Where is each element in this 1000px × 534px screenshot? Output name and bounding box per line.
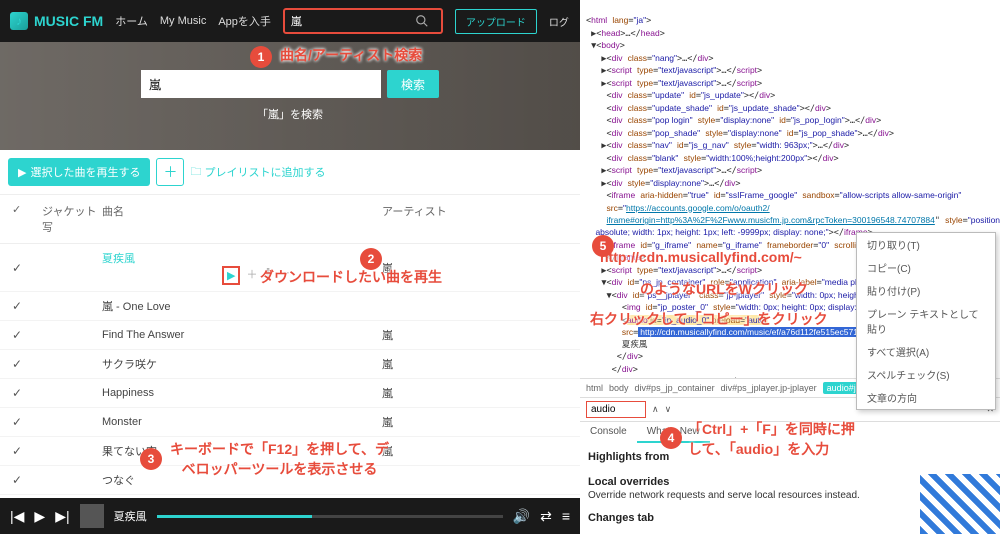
annotation-3: キーボードで「F12」を押して、デベロッパーツールを表示させる	[170, 440, 389, 479]
folder-icon: 🗀	[190, 163, 201, 182]
song-name[interactable]: Happiness	[102, 387, 154, 399]
check-icon[interactable]: ✓	[12, 386, 42, 400]
tab-console[interactable]: Console	[580, 422, 637, 443]
song-name[interactable]: Find The Answer	[102, 329, 184, 341]
logo-text: MUSIC FM	[34, 13, 103, 29]
annotation-1: 曲名/アーティスト検索	[280, 46, 422, 66]
song-name[interactable]: 嵐 - One Love	[102, 301, 170, 313]
song-row[interactable]: ✓ 嵐 - One Love	[0, 292, 580, 321]
song-row[interactable]: ✓ Happiness 嵐	[0, 379, 580, 408]
col-artist: アーティスト	[382, 203, 502, 235]
song-name[interactable]: 夏疾風	[102, 253, 135, 265]
artist-name: 嵐	[382, 385, 502, 401]
song-row[interactable]: ✓ Find The Answer 嵐	[0, 321, 580, 350]
player-bar: |◀ ▶ ▶| 夏疾風 🔊 ⇄ ≡	[0, 498, 580, 534]
share-icon[interactable]: ⇄	[540, 508, 552, 525]
song-row[interactable]: ✓ サクラ咲ケ 嵐	[0, 350, 580, 379]
context-menu-item[interactable]: コピー(C)	[857, 256, 995, 279]
annotation-5a: http://cdn.musicallyfind.com/~	[600, 248, 802, 268]
toolbar: ▶ 選択した曲を再生する ＋ 🗀 プレイリストに追加する	[0, 150, 580, 194]
top-search-box[interactable]	[283, 8, 443, 34]
song-name[interactable]: つなぐ	[102, 475, 135, 487]
check-icon[interactable]: ✓	[12, 328, 42, 342]
nav-home[interactable]: ホーム	[115, 13, 148, 29]
hero-search-input[interactable]	[141, 70, 381, 98]
prev-icon[interactable]: |◀	[10, 508, 24, 525]
check-icon[interactable]: ✓	[12, 299, 42, 313]
add-to-playlist-button[interactable]: 🗀 プレイリストに追加する	[190, 163, 325, 182]
context-menu-item[interactable]: プレーン テキストとして貼り	[857, 302, 995, 340]
context-menu-item[interactable]: 切り取り(T)	[857, 233, 995, 256]
context-menu-item[interactable]: スペルチェック(S)	[857, 363, 995, 386]
artist-name: 嵐	[382, 414, 502, 430]
table-header: ✓ ジャケット写 曲名 アーティスト	[0, 194, 580, 244]
context-menu-item[interactable]: すべて選択(A)	[857, 340, 995, 363]
progress-bar[interactable]	[157, 515, 503, 518]
artist-name: 嵐	[382, 443, 502, 459]
annotation-2: ダウンロードしたい曲を再生	[260, 268, 442, 288]
topbar: ♪ MUSIC FM ホーム My Music Appを入手 アップロード ログ	[0, 0, 580, 42]
play-selected-button[interactable]: ▶ 選択した曲を再生する	[8, 158, 150, 186]
check-icon[interactable]: ✓	[12, 357, 42, 371]
col-check: ✓	[12, 203, 42, 235]
crumb-item[interactable]: body	[609, 383, 629, 393]
play-icon[interactable]: ▶	[34, 508, 45, 525]
col-song: 曲名	[102, 203, 382, 235]
top-search-input[interactable]	[291, 15, 411, 27]
annotation-5b: のようなURLをWクリック	[640, 280, 808, 300]
artist-name: 嵐	[382, 327, 502, 343]
song-name[interactable]: サクラ咲ケ	[102, 359, 157, 371]
volume-icon[interactable]: 🔊	[513, 508, 530, 525]
context-menu-item[interactable]: 文章の方向	[857, 386, 995, 409]
crumb-item[interactable]: html	[586, 383, 603, 393]
artist-name: 嵐	[382, 356, 502, 372]
find-next-icon[interactable]: ∨	[665, 404, 672, 415]
play-icon[interactable]: ▶	[222, 266, 240, 285]
col-art: ジャケット写	[42, 203, 102, 235]
login-link[interactable]: ログ	[549, 14, 569, 29]
badge-4: 4	[660, 427, 682, 449]
song-row[interactable]: ✓ Monster 嵐	[0, 408, 580, 437]
hero-search-button[interactable]: 検索	[387, 70, 439, 98]
badge-2: 2	[360, 248, 382, 270]
annotation-4: 「Ctrl」+「F」を同時に押して、「audio」を入力	[688, 420, 855, 459]
context-menu[interactable]: 切り取り(T)コピー(C)貼り付け(P)プレーン テキストとして貼りすべて選択(…	[856, 232, 996, 410]
find-prev-icon[interactable]: ∧	[652, 404, 659, 415]
add-button[interactable]: ＋	[156, 158, 184, 186]
check-icon[interactable]: ✓	[12, 261, 42, 275]
play-icon: ▶	[18, 166, 26, 179]
badge-1: 1	[250, 46, 272, 68]
add-icon[interactable]: ＋	[246, 266, 257, 285]
check-icon[interactable]: ✓	[12, 415, 42, 429]
badge-5: 5	[592, 235, 614, 257]
upload-button[interactable]: アップロード	[455, 9, 537, 34]
now-playing: 夏疾風	[114, 508, 147, 524]
music-note-icon: ♪	[10, 12, 28, 30]
song-name[interactable]: Monster	[102, 416, 142, 428]
badge-3: 3	[140, 448, 162, 470]
context-menu-item[interactable]: 貼り付け(P)	[857, 279, 995, 302]
decoration	[920, 474, 1000, 534]
find-input[interactable]	[586, 401, 646, 418]
list-icon[interactable]: ≡	[562, 508, 570, 524]
next-icon[interactable]: ▶|	[55, 508, 69, 525]
devtools-panel: <html lang="ja"> ▶<head>…</head> ▼<body>…	[580, 0, 1000, 534]
logo[interactable]: ♪ MUSIC FM	[10, 12, 103, 30]
nav-mymusic[interactable]: My Music	[160, 15, 206, 27]
crumb-item[interactable]: div#ps_jp_container	[635, 383, 715, 393]
check-icon[interactable]: ✓	[12, 444, 42, 458]
annotation-5c: 右クリックして「コピー」をクリック	[590, 310, 828, 330]
mini-thumb	[80, 504, 104, 528]
hero-subtitle: 「嵐」を検索	[257, 106, 323, 122]
crumb-item[interactable]: div#ps_jplayer.jp-jplayer	[721, 383, 817, 393]
check-icon[interactable]: ✓	[12, 473, 42, 487]
search-icon[interactable]	[415, 14, 429, 28]
nav-getapp[interactable]: Appを入手	[218, 13, 271, 29]
